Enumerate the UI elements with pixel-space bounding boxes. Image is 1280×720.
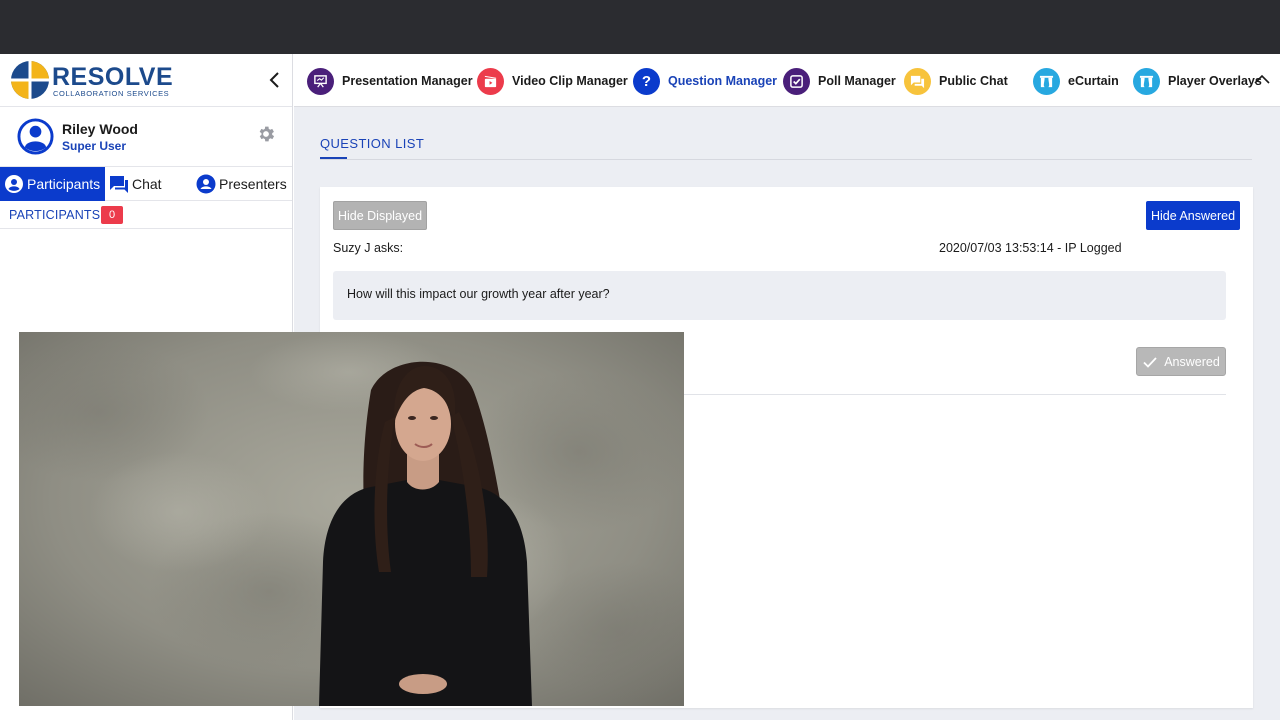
chat-icon <box>110 176 128 193</box>
presenter-video[interactable] <box>19 332 684 706</box>
logo-subtitle: COLLABORATION SERVICES <box>53 89 170 98</box>
chat-bubbles-icon <box>904 67 931 95</box>
video-clip-icon <box>477 67 504 95</box>
gear-icon[interactable] <box>256 124 276 144</box>
logo-row: RESOLVE COLLABORATION SERVICES <box>0 54 292 107</box>
nav-video-clip-manager-label: Video Clip Manager <box>512 74 628 88</box>
nav-question-manager[interactable]: ? Question Manager <box>633 67 777 95</box>
nav-poll-manager-label: Poll Manager <box>818 74 896 88</box>
user-role: Super User <box>62 139 127 153</box>
question-timestamp: 2020/07/03 13:53:14 - IP Logged <box>939 241 1122 255</box>
tab-chat-label: Chat <box>132 176 162 192</box>
hide-displayed-button[interactable]: Hide Displayed <box>333 201 427 230</box>
question-icon: ? <box>633 67 660 95</box>
curtain-icon <box>1033 67 1060 95</box>
window-top-bar <box>0 0 1280 54</box>
check-icon <box>1143 356 1157 368</box>
nav-player-overlays-label: Player Overlays <box>1168 74 1262 88</box>
chevron-up-icon[interactable] <box>1252 70 1272 90</box>
tab-participants-label: Participants <box>27 176 101 192</box>
tab-presenters[interactable]: Presenters <box>196 167 287 201</box>
resolve-logo-icon <box>11 61 49 99</box>
person-icon <box>5 175 23 193</box>
tab-chat[interactable]: Chat <box>109 167 162 201</box>
participants-count-badge: 0 <box>101 206 123 224</box>
chevron-left-icon[interactable] <box>265 70 285 90</box>
presenter-video-frame <box>19 332 684 706</box>
sidebar-tabs: Participants Chat Presenters <box>0 167 292 201</box>
person-icon <box>196 174 216 194</box>
curtain-icon <box>1133 67 1160 95</box>
participants-header: PARTICIPANTS 0 <box>0 201 292 229</box>
manager-navbar: Presentation Manager Video Clip Manager … <box>294 54 1280 107</box>
hide-answered-button[interactable]: Hide Answered <box>1146 201 1240 230</box>
presentation-icon <box>307 67 334 95</box>
user-name: Riley Wood <box>62 121 138 137</box>
nav-question-manager-label: Question Manager <box>668 74 778 88</box>
answered-label: Answered <box>1164 354 1220 369</box>
tab-participants[interactable]: Participants <box>0 167 105 201</box>
question-box: How will this impact our growth year aft… <box>333 271 1226 320</box>
nav-poll-manager[interactable]: Poll Manager <box>783 67 896 95</box>
answered-button[interactable]: Answered <box>1136 347 1226 376</box>
checkbox-icon <box>783 67 810 95</box>
question-asker: Suzy J asks: <box>333 241 404 255</box>
tab-presenters-label: Presenters <box>219 176 287 192</box>
nav-presentation-manager-label: Presentation Manager <box>342 74 473 88</box>
nav-presentation-manager[interactable]: Presentation Manager <box>307 67 473 95</box>
nav-public-chat-label: Public Chat <box>939 74 1008 88</box>
nav-video-clip-manager[interactable]: Video Clip Manager <box>477 67 628 95</box>
tab-question-list[interactable]: QUESTION LIST <box>320 136 424 151</box>
logo-title: RESOLVE <box>52 63 174 91</box>
avatar-icon <box>17 118 54 155</box>
nav-player-overlays[interactable]: Player Overlays <box>1133 67 1262 95</box>
user-profile: Riley Wood Super User <box>0 107 292 167</box>
participants-label: PARTICIPANTS <box>9 208 101 222</box>
nav-ecurtain-label: eCurtain <box>1068 74 1119 88</box>
divider <box>320 159 1252 160</box>
nav-public-chat[interactable]: Public Chat <box>904 67 1008 95</box>
nav-ecurtain[interactable]: eCurtain <box>1033 67 1119 95</box>
question-text: How will this impact our growth year aft… <box>347 287 610 301</box>
